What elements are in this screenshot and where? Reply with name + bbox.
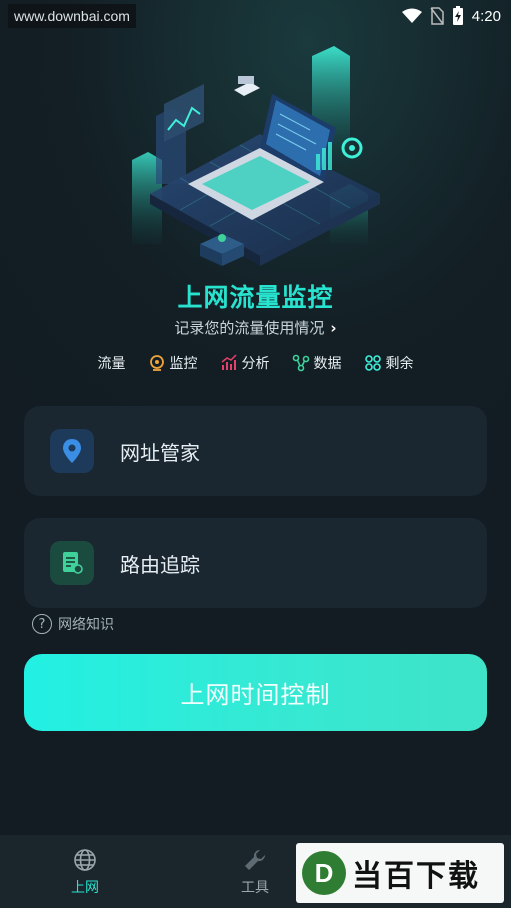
nav-label: 工具 xyxy=(241,879,269,896)
tag-label: 监控 xyxy=(169,356,198,372)
brand-watermark: D 当百下载 xyxy=(296,843,504,903)
card-icon-box xyxy=(50,429,94,473)
tag-traffic: 流量 xyxy=(98,353,126,373)
brand-text: 当百下载 xyxy=(352,859,480,894)
wrench-icon xyxy=(245,849,266,870)
location-pin-icon xyxy=(63,439,81,463)
tag-data: 数据 xyxy=(292,353,342,373)
chart-icon xyxy=(221,354,237,370)
status-bar: www.downbai.com 4:20 xyxy=(0,0,511,32)
time-control-button[interactable]: 上网时间控制 xyxy=(24,654,487,731)
network-knowledge-link[interactable]: ? 网络知识 xyxy=(32,614,114,634)
tag-analysis: 分析 xyxy=(220,353,270,373)
subtitle-text: 记录您的流量使用情况 xyxy=(174,319,325,337)
globe-icon xyxy=(74,848,96,871)
tag-label: 数据 xyxy=(313,356,342,372)
battery-charging-icon xyxy=(452,6,463,25)
wifi-icon xyxy=(401,8,422,23)
chevron-right-icon: › xyxy=(330,318,337,337)
help-label: 网络知识 xyxy=(58,617,114,633)
no-sim-icon xyxy=(430,7,444,25)
card-icon-box xyxy=(50,541,94,585)
url-manager-card[interactable]: 网址管家 xyxy=(24,406,487,496)
hero-illustration xyxy=(132,46,380,266)
brand-logo: D xyxy=(302,851,346,895)
route-trace-card[interactable]: 路由追踪 xyxy=(24,518,487,608)
status-icons: 4:20 xyxy=(401,4,501,28)
card-label: 网址管家 xyxy=(120,440,200,465)
document-icon xyxy=(63,552,83,574)
card-label: 路由追踪 xyxy=(120,552,200,577)
tag-label: 分析 xyxy=(241,356,270,372)
page-title: 上网流量监控 xyxy=(177,283,334,312)
feature-tags: 流量 监控 分析 数据 剩余 xyxy=(0,350,511,376)
nodes-icon xyxy=(292,354,309,372)
nav-label: 上网 xyxy=(71,879,99,896)
watermark-url: www.downbai.com xyxy=(8,4,136,28)
tag-remaining: 剩余 xyxy=(364,353,414,373)
tag-label: 流量 xyxy=(97,356,126,372)
status-time: 4:20 xyxy=(471,7,501,25)
question-icon: ? xyxy=(32,614,52,634)
tag-monitor: 监控 xyxy=(148,353,198,373)
webcam-icon xyxy=(149,355,164,371)
grid-icon xyxy=(364,355,381,371)
tag-label: 剩余 xyxy=(385,356,414,372)
tab-internet[interactable]: 上网 xyxy=(0,835,170,908)
subtitle-link[interactable]: 记录您的流量使用情况 › xyxy=(0,317,511,338)
